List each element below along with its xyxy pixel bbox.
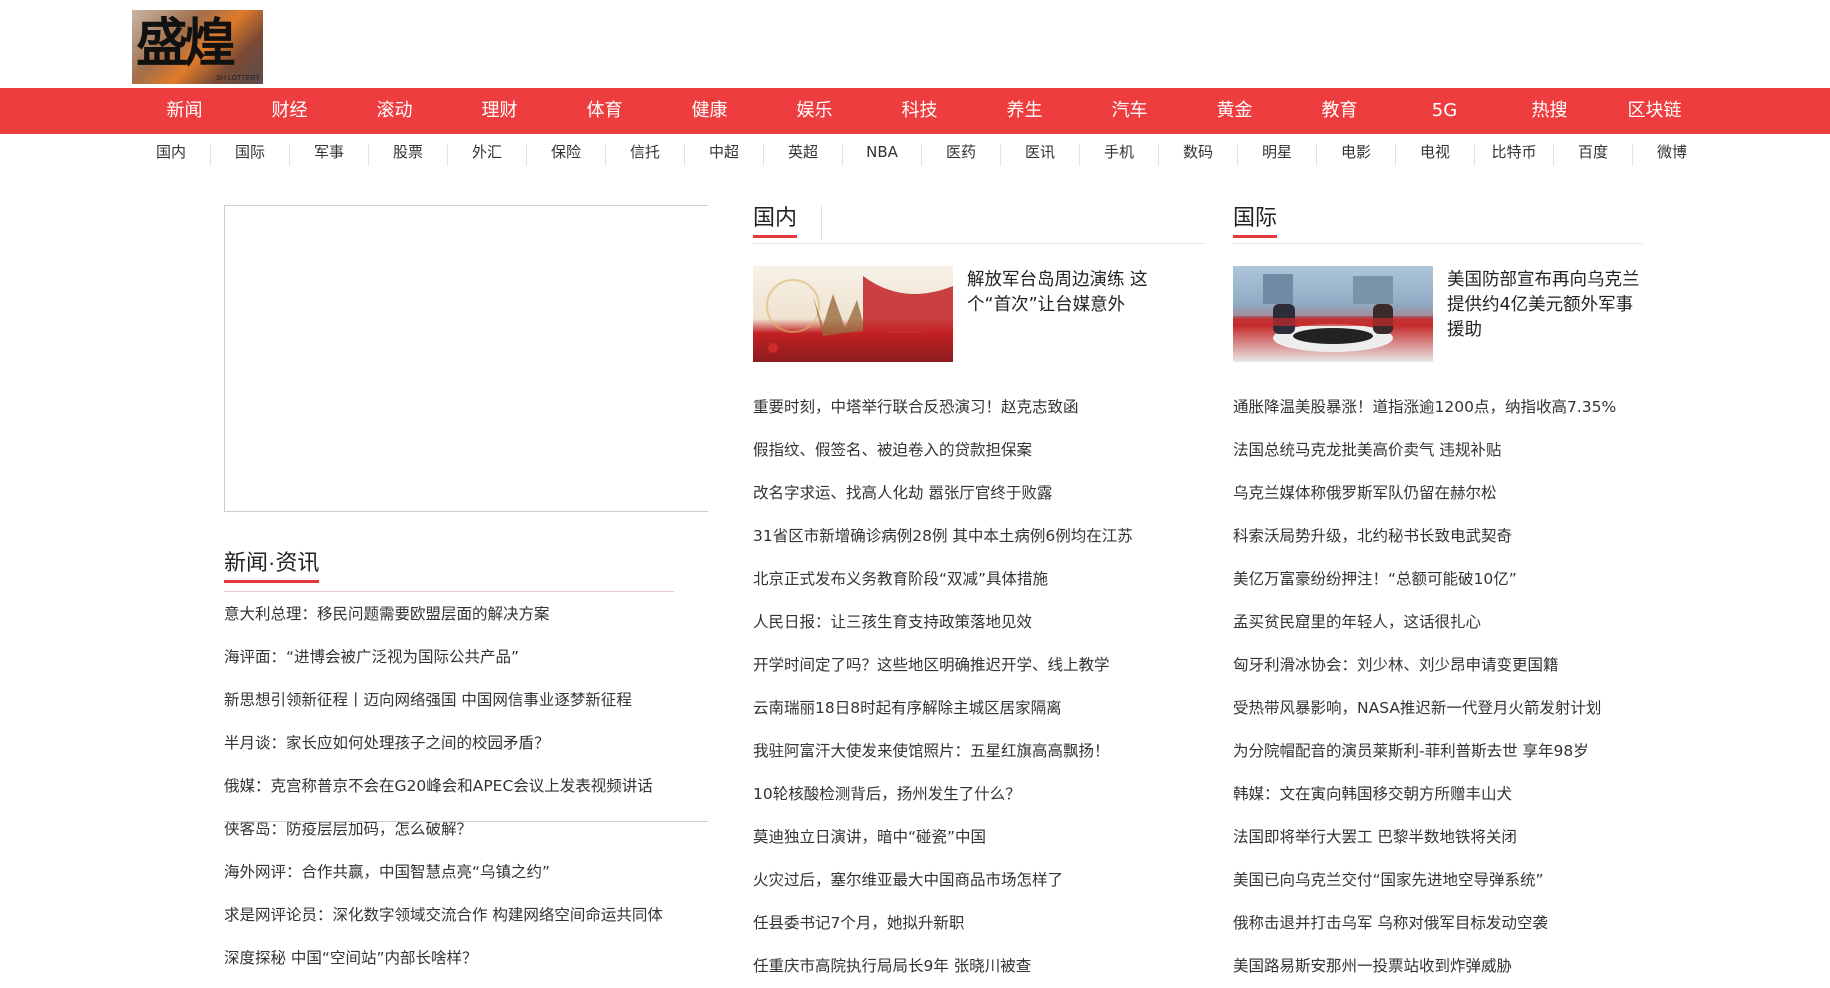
domestic-news-item[interactable]: 10轮核酸检测背后，扬州发生了什么？ [753,773,1205,816]
main-nav-item[interactable]: 区块链 [1602,88,1707,134]
header: 盛煌 SH LOTTERY [0,0,1830,88]
logo-text: 盛煌 [136,13,236,74]
international-news-item[interactable]: 通胀降温美股暴涨！道指涨逾1200点，纳指收高7.35% [1233,386,1643,429]
domestic-feature-image[interactable] [753,266,953,362]
international-news-item[interactable]: 俄称击退并打击乌军 乌称对俄军目标发动空袭 [1233,902,1643,945]
news-list-item[interactable]: 意大利总理：移民问题需要欧盟层面的解决方案 [224,593,708,636]
sub-nav-item[interactable]: 百度 [1554,134,1633,168]
domestic-news-item[interactable]: 改名字求运、找高人化劫 嚣张厅官终于败露 [753,472,1205,515]
sub-nav-item[interactable]: 信托 [606,134,685,168]
international-news-item[interactable]: 美国路易斯安那州一投票站收到炸弹威胁 [1233,945,1643,988]
main-nav-item[interactable]: 健康 [657,88,762,134]
domestic-news-item[interactable]: 我驻阿富汗大使发来使馆照片：五星红旗高高飘扬！ [753,730,1205,773]
news-list: 意大利总理：移民问题需要欧盟层面的解决方案 海评面：“进博会被广泛视为国际公共产品… [224,593,708,980]
sub-nav-item[interactable]: 军事 [290,134,369,168]
main-nav-item[interactable]: 养生 [972,88,1077,134]
international-feature-image[interactable] [1233,266,1433,362]
domestic-column: 国内 解放军台岛周边演练 这个“首次”让台媒意外 重要时刻，中塔举行联合反恐演习… [753,200,1205,988]
sub-nav-item[interactable]: 电影 [1317,134,1396,168]
sub-nav-item[interactable]: 比特币 [1475,134,1554,168]
site-logo[interactable]: 盛煌 SH LOTTERY [132,10,263,84]
sub-nav-item[interactable]: 股票 [369,134,448,168]
international-news-item[interactable]: 受热带风暴影响，NASA推迟新一代登月火箭发射计划 [1233,687,1643,730]
header-divider [821,206,822,240]
main-nav-item[interactable]: 体育 [552,88,657,134]
sub-nav-item[interactable]: 中超 [685,134,764,168]
domestic-news-item[interactable]: 云南瑞丽18日8时起有序解除主城区居家隔离 [753,687,1205,730]
sub-nav-item[interactable]: 微博 [1633,134,1711,168]
divider-line [224,821,708,822]
news-list-item[interactable]: 半月谈：家长应如何处理孩子之间的校园矛盾？ [224,722,708,765]
domestic-feature-title[interactable]: 解放军台岛周边演练 这个“首次”让台媒意外 [967,268,1167,318]
domestic-list: 重要时刻，中塔举行联合反恐演习！赵克志致函 假指纹、假签名、被迫卷入的贷款担保案改… [753,386,1205,988]
sub-nav-item[interactable]: 国际 [211,134,290,168]
domestic-news-item[interactable]: 北京正式发布义务教育阶段“双减”具体措施 [753,558,1205,601]
sub-nav: 国内 国际 军事 股票 外汇 保险 信托 中超 英超 NBA 医药 医讯 手机 数码 明星 电影 电视 比特币 百度… [132,134,1712,168]
news-section-title: 新闻·资讯 [224,545,320,583]
main-nav-item[interactable]: 新闻 [132,88,237,134]
domestic-news-item[interactable]: 火灾过后，塞尔维亚最大中国商品市场怎样了 [753,859,1205,902]
main-nav-item[interactable]: 汽车 [1077,88,1182,134]
domestic-news-item[interactable]: 假指纹、假签名、被迫卷入的贷款担保案 [753,429,1205,472]
international-news-item[interactable]: 为分院帽配音的演员莱斯利-菲利普斯去世 享年98岁 [1233,730,1643,773]
domestic-title[interactable]: 国内 [753,200,798,238]
domestic-news-item[interactable]: 任县委书记7个月，她拟升新职 [753,902,1205,945]
domestic-news-item[interactable]: 31省区市新增确诊病例28例 其中本土病例6例均在江苏 [753,515,1205,558]
international-feature[interactable]: 美国防部宣布再向乌克兰提供约4亿美元额外军事援助 [1233,266,1643,386]
domestic-news-item[interactable]: 任重庆市高院执行局局长9年 张晓川被查 [753,945,1205,988]
domestic-news-item[interactable]: 人民日报：让三孩生育支持政策落地见效 [753,601,1205,644]
international-news-item[interactable]: 韩媒：文在寅向韩国移交朝方所赠丰山犬 [1233,773,1643,816]
main-nav-item[interactable]: 理财 [447,88,552,134]
news-section-header: 新闻·资讯 [224,545,674,592]
international-news-item[interactable]: 科索沃局势升级，北约秘书长致电武契奇 [1233,515,1643,558]
sub-nav-item[interactable]: 医讯 [1001,134,1080,168]
domestic-news-item[interactable]: 开学时间定了吗？这些地区明确推迟开学、线上教学 [753,644,1205,687]
main-nav-item[interactable]: 热搜 [1497,88,1602,134]
international-news-item[interactable]: 匈牙利滑冰协会：刘少林、刘少昂申请变更国籍 [1233,644,1643,687]
main-nav: 新闻 财经 滚动 理财 体育 健康 娱乐 科技 养生 汽车 黄金 教育 5G 热搜 区块链 [0,88,1830,134]
sub-nav-item[interactable]: 手机 [1080,134,1159,168]
main-nav-item[interactable]: 科技 [867,88,972,134]
domestic-header: 国内 [753,200,1205,244]
sub-nav-item[interactable]: 英超 [764,134,843,168]
main-nav-item[interactable]: 娱乐 [762,88,867,134]
international-feature-title[interactable]: 美国防部宣布再向乌克兰提供约4亿美元额外军事援助 [1447,268,1647,343]
domestic-news-item[interactable]: 重要时刻，中塔举行联合反恐演习！赵克志致函 [753,386,1205,429]
image-slider[interactable] [224,205,708,512]
sub-nav-item[interactable]: NBA [843,134,922,168]
sub-nav-item[interactable]: 明星 [1238,134,1317,168]
news-list-item[interactable]: 求是网评论员：深化数字领域交流合作 构建网络空间命运共同体 [224,894,708,937]
main-nav-item[interactable]: 教育 [1287,88,1392,134]
domestic-news-item[interactable]: 莫迪独立日演讲，暗中“碰瓷”中国 [753,816,1205,859]
main-nav-item[interactable]: 财经 [237,88,342,134]
news-list-item[interactable]: 新思想引领新征程丨迈向网络强国 中国网信事业逐梦新征程 [224,679,708,722]
news-list-item[interactable]: 深度探秘 中国“空间站”内部长啥样？ [224,937,708,980]
news-list-item[interactable]: 海评面：“进博会被广泛视为国际公共产品” [224,636,708,679]
sub-nav-item[interactable]: 国内 [132,134,211,168]
international-news-item[interactable]: 法国总统马克龙批美高价卖气 违规补贴 [1233,429,1643,472]
international-title[interactable]: 国际 [1233,200,1278,238]
international-news-item[interactable]: 美国已向乌克兰交付“国家先进地空导弹系统” [1233,859,1643,902]
international-header: 国际 [1233,200,1643,244]
sub-nav-item[interactable]: 电视 [1396,134,1475,168]
news-list-item[interactable]: 侠客岛：防疫层层加码，怎么破解？ [224,808,708,851]
international-column: 国际 美国防部宣布再向乌克兰提供约4亿美元额外军事援助 通胀降温美股暴涨！道指涨… [1233,200,1643,988]
main-nav-item[interactable]: 5G [1392,88,1497,134]
main-nav-item[interactable]: 滚动 [342,88,447,134]
left-column: 新闻·资讯 意大利总理：移民问题需要欧盟层面的解决方案 海评面：“进博会被广泛视为… [224,205,708,967]
international-list: 通胀降温美股暴涨！道指涨逾1200点，纳指收高7.35% 法国总统马克龙批美高价卖… [1233,386,1643,988]
international-news-item[interactable]: 乌克兰媒体称俄罗斯军队仍留在赫尔松 [1233,472,1643,515]
international-news-item[interactable]: 美亿万富豪纷纷押注！“总额可能破10亿” [1233,558,1643,601]
main-nav-item[interactable]: 黄金 [1182,88,1287,134]
domestic-feature[interactable]: 解放军台岛周边演练 这个“首次”让台媒意外 [753,266,1205,386]
news-list-item[interactable]: 俄媒：克宫称普京不会在G20峰会和APEC会议上发表视频讲话 [224,765,708,808]
international-news-item[interactable]: 孟买贫民窟里的年轻人，这话很扎心 [1233,601,1643,644]
news-list-item[interactable]: 海外网评：合作共赢，中国智慧点亮“乌镇之约” [224,851,708,894]
sub-nav-item[interactable]: 数码 [1159,134,1238,168]
sub-nav-item[interactable]: 医药 [922,134,1001,168]
international-news-item[interactable]: 法国即将举行大罢工 巴黎半数地铁将关闭 [1233,816,1643,859]
sub-nav-item[interactable]: 保险 [527,134,606,168]
logo-subtext: SH LOTTERY [216,75,260,82]
sub-nav-item[interactable]: 外汇 [448,134,527,168]
